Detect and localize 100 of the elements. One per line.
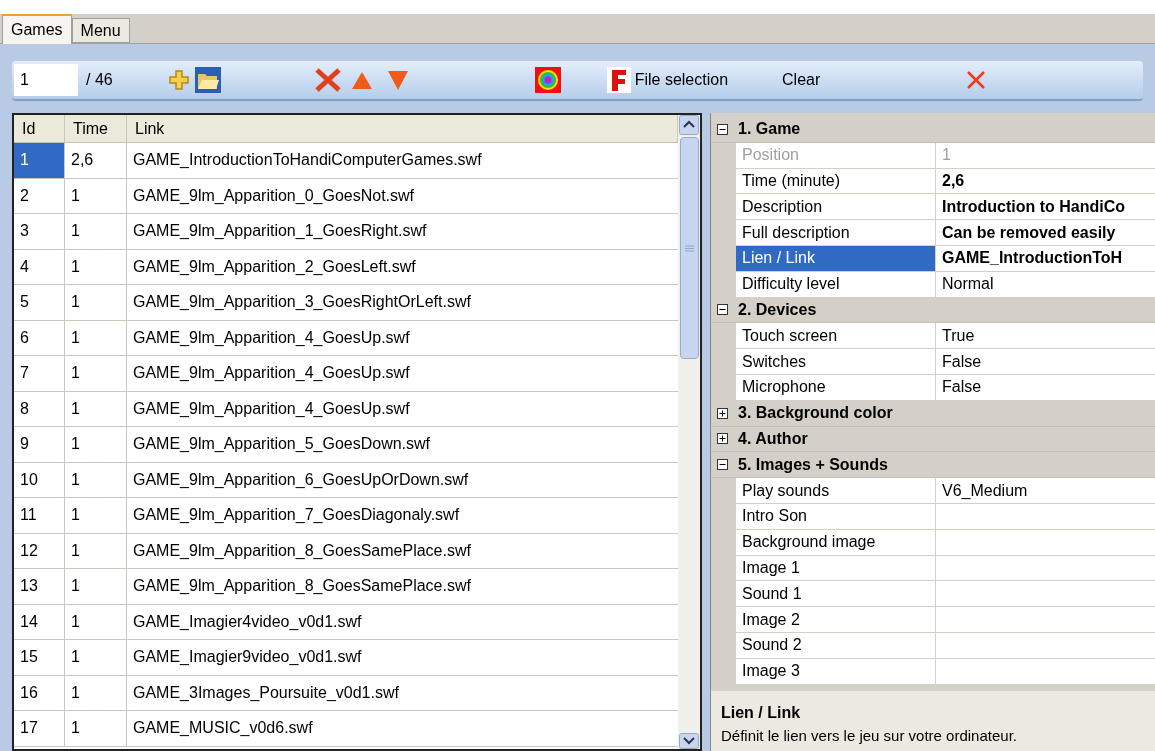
file-letter-icon: [606, 67, 631, 93]
table-cell: 1: [65, 569, 127, 604]
table-cell[interactable]: 15: [14, 640, 65, 675]
expand-icon[interactable]: [717, 407, 728, 419]
table-cell-text: GAME_Imagier9video_v0d1.swf: [132, 647, 363, 668]
property-name[interactable]: Full description: [736, 220, 936, 245]
property-name[interactable]: Intro Son: [736, 503, 936, 529]
property-value[interactable]: [936, 529, 1155, 555]
add-icon[interactable]: [168, 70, 189, 90]
clear-button[interactable]: Clear: [782, 68, 821, 92]
move-down-icon[interactable]: [386, 69, 409, 91]
property-value[interactable]: False: [936, 374, 1155, 400]
scroll-thumb[interactable]: [679, 137, 699, 359]
table-cell[interactable]: 5: [14, 285, 65, 320]
delete-icon[interactable]: [314, 68, 341, 92]
table-cell-text: GAME_9lm_Apparition_3_GoesRightOrLeft.swf: [132, 292, 472, 313]
help-text: Définit le lien vers le jeu sur votre ordinateur.: [721, 726, 1018, 746]
table-cell[interactable]: 9: [14, 427, 65, 462]
property-value[interactable]: [936, 581, 1155, 607]
property-value[interactable]: [936, 632, 1155, 658]
property-name[interactable]: Image 3: [736, 658, 936, 684]
property-name[interactable]: Microphone: [736, 374, 936, 400]
column-header[interactable]: Id: [14, 115, 65, 142]
table-cell[interactable]: 11: [14, 498, 65, 533]
table-cell[interactable]: 8: [14, 391, 65, 426]
column-header[interactable]: Time: [65, 115, 127, 142]
table-cell: 1: [65, 391, 127, 426]
scrollbar[interactable]: [678, 115, 700, 749]
table-cell[interactable]: 10: [14, 462, 65, 497]
table-cell[interactable]: 6: [14, 320, 65, 355]
property-value[interactable]: [936, 503, 1155, 529]
property-value[interactable]: Normal: [936, 271, 1155, 297]
table-cell[interactable]: 14: [14, 604, 65, 639]
property-value[interactable]: V6_Medium: [936, 478, 1155, 503]
table-cell-text: GAME_9lm_Apparition_5_GoesDown.swf: [132, 434, 432, 455]
expand-icon[interactable]: [717, 433, 728, 445]
table-cell: 1: [65, 178, 127, 213]
property-name[interactable]: Time (minute): [736, 168, 936, 194]
grip-icon: [684, 244, 694, 252]
table-cell[interactable]: 12: [14, 533, 65, 568]
table-cell[interactable]: 13: [14, 569, 65, 604]
property-name[interactable]: Lien / Link: [736, 246, 936, 271]
property-name[interactable]: Sound 1: [736, 581, 936, 607]
table-cell-text: GAME_Imagier4video_v0d1.swf: [132, 611, 363, 632]
table-cell: 1: [65, 498, 127, 533]
table-cell-text: GAME_9lm_Apparition_4_GoesUp.swf: [132, 327, 411, 348]
property-name[interactable]: Sound 2: [736, 632, 936, 658]
folder-icon[interactable]: [194, 67, 221, 93]
property-value[interactable]: [936, 555, 1155, 581]
table-cell: 1: [65, 356, 127, 391]
property-value[interactable]: False: [936, 349, 1155, 374]
property-value[interactable]: 2,6: [936, 168, 1155, 194]
table-cell[interactable]: 1: [14, 143, 65, 178]
category-title: 1. Game: [738, 119, 801, 140]
table-cell-text: GAME_9lm_Apparition_2_GoesLeft.swf: [132, 256, 417, 277]
table-cell: 1: [65, 533, 127, 568]
table-cell-text: GAME_9lm_Apparition_7_GoesDiagonaly.swf: [132, 505, 461, 526]
scroll-up-icon[interactable]: [679, 115, 699, 135]
tab[interactable]: Games: [2, 14, 72, 44]
page-field[interactable]: 1: [14, 64, 78, 96]
color-wheel-icon[interactable]: [534, 67, 561, 93]
collapse-icon[interactable]: [717, 304, 728, 316]
close-icon[interactable]: [966, 70, 987, 90]
table-cell: 1: [65, 462, 127, 497]
table-cell: 2,6: [65, 143, 127, 178]
table-cell-text: GAME_MUSIC_v0d6.swf: [132, 718, 314, 739]
property-value[interactable]: Introduction to HandiCo: [936, 194, 1155, 220]
table-cell[interactable]: 3: [14, 214, 65, 249]
table-cell[interactable]: 7: [14, 356, 65, 391]
table-cell-text: GAME_9lm_Apparition_4_GoesUp.swf: [132, 363, 411, 384]
property-name[interactable]: Switches: [736, 349, 936, 374]
table-cell-text: GAME_9lm_Apparition_6_GoesUpOrDown.swf: [132, 469, 470, 490]
table-cell-text: GAME_9lm_Apparition_1_GoesRight.swf: [132, 221, 428, 242]
property-name[interactable]: Image 1: [736, 555, 936, 581]
help-title: Lien / Link: [721, 703, 802, 723]
move-up-icon[interactable]: [350, 70, 373, 90]
property-name[interactable]: Play sounds: [736, 478, 936, 503]
property-name[interactable]: Description: [736, 194, 936, 220]
collapse-icon[interactable]: [717, 459, 728, 471]
table-cell[interactable]: 16: [14, 675, 65, 710]
property-value[interactable]: True: [936, 323, 1155, 349]
table-cell: 1: [65, 604, 127, 639]
property-name[interactable]: Touch screen: [736, 323, 936, 349]
property-name[interactable]: Difficulty level: [736, 271, 936, 297]
table-cell[interactable]: 4: [14, 249, 65, 284]
file-selection-button[interactable]: File selection: [606, 67, 729, 93]
property-value[interactable]: GAME_IntroductionToH: [936, 246, 1155, 271]
table-cell: 1: [65, 214, 127, 249]
tab[interactable]: Menu: [71, 18, 130, 43]
table-cell[interactable]: 17: [14, 711, 65, 746]
property-name[interactable]: Background image: [736, 529, 936, 555]
scroll-down-icon[interactable]: [679, 733, 699, 749]
table-cell: 1: [65, 249, 127, 284]
property-value[interactable]: Can be removed easily: [936, 220, 1155, 245]
table-cell-text: GAME_9lm_Apparition_8_GoesSamePlace.swf: [132, 576, 472, 597]
collapse-icon[interactable]: [717, 123, 728, 135]
property-value[interactable]: [936, 658, 1155, 684]
table-cell[interactable]: 2: [14, 178, 65, 213]
property-name[interactable]: Image 2: [736, 607, 936, 632]
table-cell-text: GAME_IntroductionToHandiComputerGames.swf: [132, 150, 483, 171]
